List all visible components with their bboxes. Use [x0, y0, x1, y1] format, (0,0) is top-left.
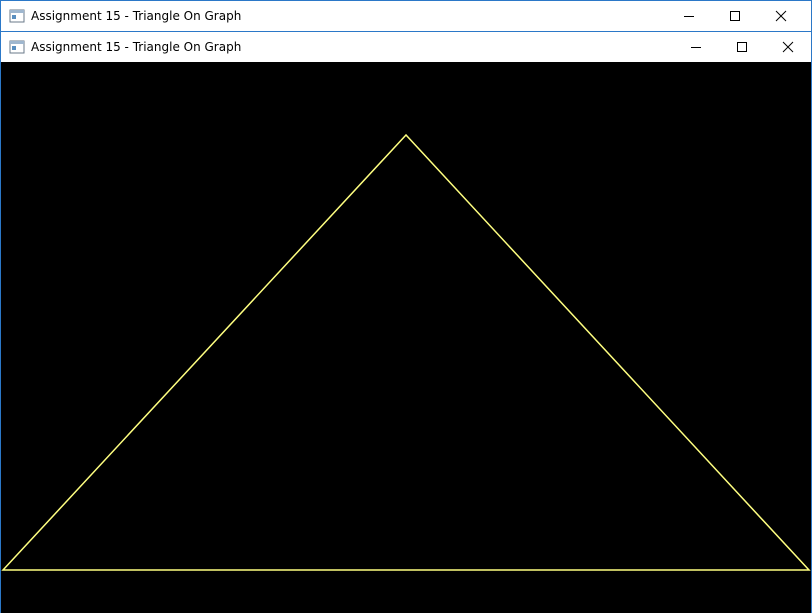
front-window-title: Assignment 15 - Triangle On Graph: [31, 40, 242, 54]
back-window-title: Assignment 15 - Triangle On Graph: [31, 9, 242, 23]
maximize-icon: [737, 42, 747, 52]
front-window: Assignment 15 - Triangle On Graph: [0, 31, 812, 613]
app-window-icon: [9, 9, 25, 23]
back-caption-buttons: [666, 1, 804, 31]
minimize-icon: [691, 47, 701, 48]
front-maximize-button[interactable]: [719, 32, 765, 62]
front-minimize-button[interactable]: [673, 32, 719, 62]
minimize-icon: [684, 16, 694, 17]
front-caption-buttons: [673, 32, 811, 62]
app-window-icon: [9, 40, 25, 54]
graphics-canvas: [1, 62, 811, 613]
back-window-titlebar[interactable]: Assignment 15 - Triangle On Graph: [1, 1, 811, 31]
close-icon: [782, 41, 794, 53]
front-close-button[interactable]: [765, 32, 811, 62]
maximize-icon: [730, 11, 740, 21]
triangle-outline: [1, 133, 811, 571]
back-close-button[interactable]: [758, 1, 804, 31]
close-icon: [775, 10, 787, 22]
front-window-titlebar[interactable]: Assignment 15 - Triangle On Graph: [1, 32, 811, 62]
graph-drawing: [1, 133, 811, 571]
back-minimize-button[interactable]: [666, 1, 712, 31]
back-maximize-button[interactable]: [712, 1, 758, 31]
